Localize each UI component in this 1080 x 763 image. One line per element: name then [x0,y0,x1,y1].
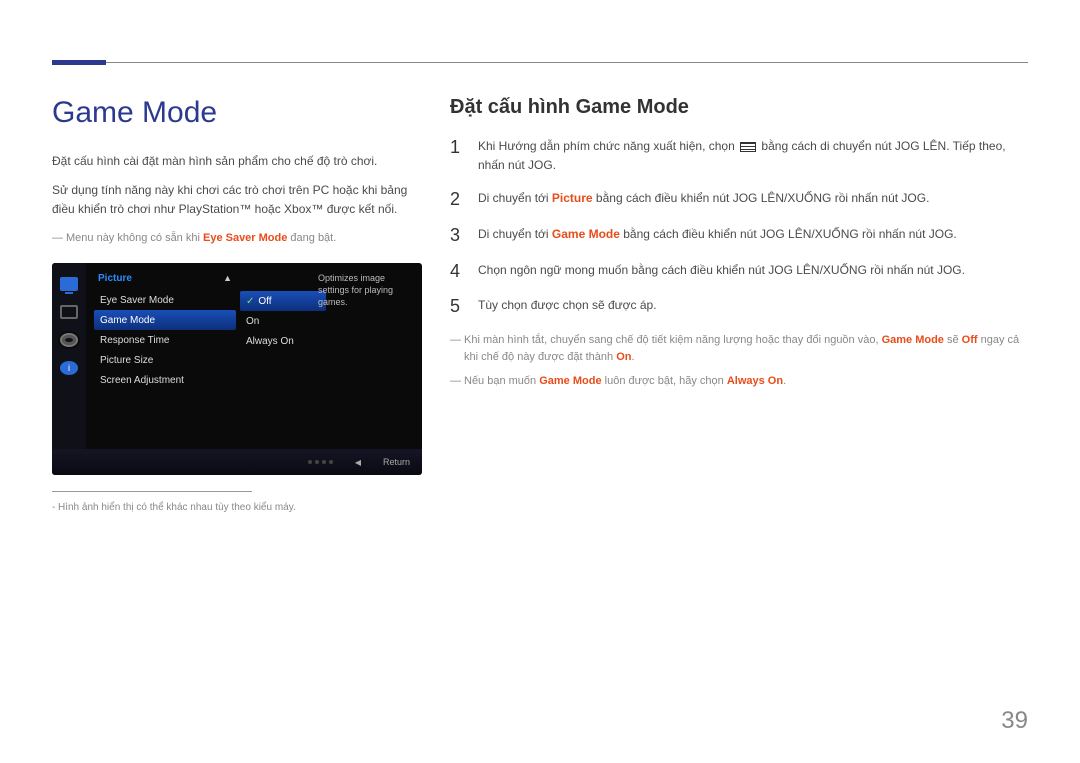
nav-dots-icon [308,460,333,464]
osd-item-picture-size: Picture Size [94,350,236,370]
note-text-post: đang bật. [287,232,336,244]
caption-divider [52,491,252,492]
note-text-highlight: Eye Saver Mode [203,232,287,244]
steps-list: 1 Khi Hướng dẫn phím chức năng xuất hiện… [450,137,1030,318]
osd-heading: Picture ▲ [94,271,236,290]
gear-icon [60,333,78,347]
step-5: 5 Tùy chọn được chọn sẽ được áp. [450,296,1030,318]
note-eye-saver: Menu này không có sẵn khi Eye Saver Mode… [52,230,422,248]
osd-item-screen-adjustment: Screen Adjustment [94,370,236,390]
intro-para-2: Sử dụng tính năng này khi chơi các trò c… [52,181,422,219]
footnote-2: Nếu bạn muốn Game Mode luôn được bật, hã… [450,373,1030,391]
osd-heading-label: Picture [98,273,132,284]
osd-caption: Hình ảnh hiển thị có thể khác nhau tùy t… [52,502,422,513]
note-text-pre: Menu này không có sẵn khi [66,232,203,244]
square-icon [60,305,78,319]
step-text: Khi Hướng dẫn phím chức năng xuất hiện, … [478,137,1030,175]
osd-option-on: On [240,311,326,331]
step-number: 3 [450,225,464,247]
step-text: Di chuyển tới Picture bằng cách điều khi… [478,189,1030,208]
osd-screenshot: i Picture ▲ Eye Saver Mode Game Mode Res… [52,263,422,475]
osd-item-response-time: Response Time [94,330,236,350]
info-icon: i [60,361,78,375]
osd-description: Optimizes image settings for playing gam… [318,273,414,308]
osd-options: Off On Always On [240,291,326,351]
step-3: 3 Di chuyển tới Game Mode bằng cách điều… [450,225,1030,247]
step-number: 2 [450,189,464,211]
step-text: Tùy chọn được chọn sẽ được áp. [478,296,1030,315]
osd-sidebar: i [52,263,86,449]
osd-option-always-on: Always On [240,331,326,351]
step-text: Di chuyển tới Game Mode bằng cách điều k… [478,225,1030,244]
step-4: 4 Chọn ngôn ngữ mong muốn bằng cách điều… [450,261,1030,283]
chevron-up-icon: ▲ [223,273,232,284]
page-number: 39 [1001,707,1028,735]
step-1: 1 Khi Hướng dẫn phím chức năng xuất hiện… [450,137,1030,175]
page-title: Game Mode [52,96,422,130]
osd-option-off: Off [240,291,326,311]
osd-return-label: Return [383,457,410,467]
header-rule [52,62,1028,63]
right-column: Đặt cấu hình Game Mode 1 Khi Hướng dẫn p… [450,96,1030,391]
menu-icon [740,142,756,152]
step-number: 1 [450,137,464,159]
osd-item-game-mode: Game Mode [94,310,236,330]
step-number: 5 [450,296,464,318]
footnotes: Khi màn hình tắt, chuyển sang chế độ tiế… [450,332,1030,391]
section-subtitle: Đặt cấu hình Game Mode [450,96,1030,119]
monitor-icon [60,277,78,291]
chevron-left-icon: ◀ [355,458,361,467]
osd-footer: ◀ Return [52,449,422,475]
osd-item-eye-saver: Eye Saver Mode [94,290,236,310]
left-column: Game Mode Đặt cấu hình cài đặt màn hình … [52,96,422,513]
step-text: Chọn ngôn ngữ mong muốn bằng cách điều k… [478,261,1030,280]
footnote-1: Khi màn hình tắt, chuyển sang chế độ tiế… [450,332,1030,367]
header-rule-accent [52,60,106,65]
step-number: 4 [450,261,464,283]
step-2: 2 Di chuyển tới Picture bằng cách điều k… [450,189,1030,211]
intro-para-1: Đặt cấu hình cài đặt màn hình sản phẩm c… [52,152,422,171]
